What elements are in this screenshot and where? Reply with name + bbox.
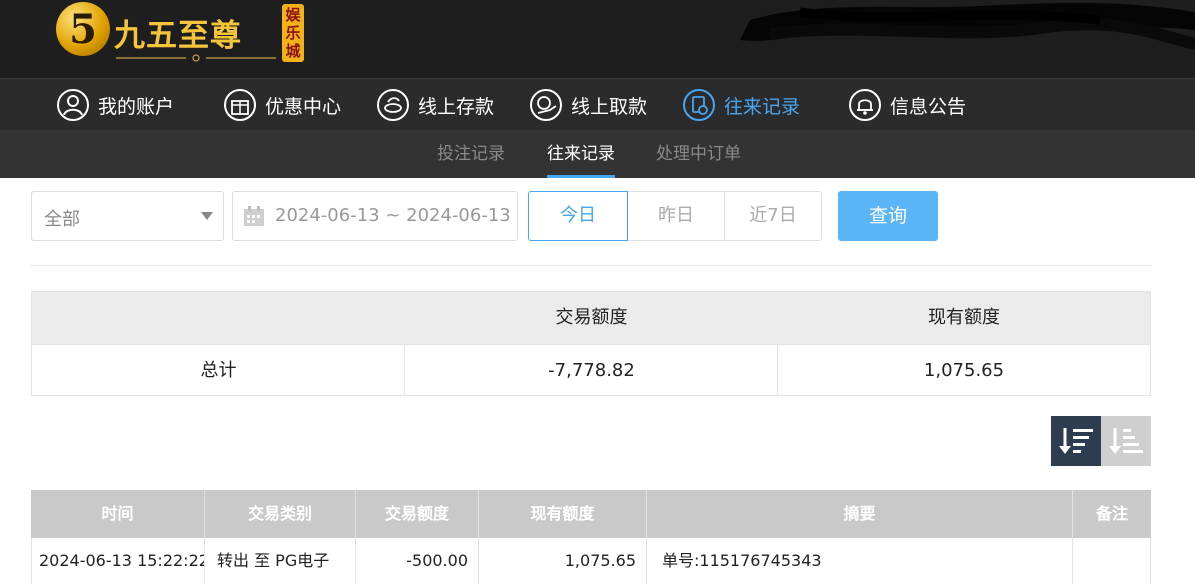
logo-ornament: [116, 54, 276, 62]
column-divider: [404, 344, 405, 396]
user-icon: [57, 89, 89, 121]
calendar-icon: [244, 206, 264, 226]
tab-transaction-records[interactable]: 往来记录: [547, 130, 615, 178]
chevron-down-icon: [201, 212, 213, 220]
summary-header: 交易额度 现有额度: [32, 292, 1150, 344]
logo-emblem: 5: [56, 2, 110, 56]
nav-item-records[interactable]: 往来记录: [682, 79, 800, 131]
logo-numeral: 5: [69, 6, 97, 53]
nav-item-label: 我的账户: [98, 95, 175, 118]
range-7days-button[interactable]: 近7日: [724, 191, 822, 241]
header-summary[interactable]: 摘要: [647, 490, 1073, 538]
bell-icon: [849, 89, 881, 121]
cell-summary: 单号:115176745343: [647, 538, 1073, 584]
header-balance[interactable]: 现有额度: [479, 490, 647, 538]
date-range-input[interactable]: 2024-06-13 ~ 2024-06-13: [232, 191, 518, 241]
tab-pending-orders[interactable]: 处理中订单: [656, 130, 741, 178]
main-nav: 我的账户 优惠中心 线上存款 线上取款 往来记录 信息公告: [0, 78, 1195, 130]
table-row[interactable]: 2024-06-13 15:22:22 转出 至 PG电子 -500.00 1,…: [31, 538, 1151, 584]
date-range-value: 2024-06-13 ~ 2024-06-13: [275, 205, 511, 226]
withdraw-icon: [530, 89, 562, 121]
redaction-scribble: [740, 2, 1195, 50]
cell-balance: 1,075.65: [479, 538, 647, 584]
summary-total-label: 总计: [32, 344, 405, 396]
brand-badge-text: 娱乐城: [285, 6, 301, 60]
quick-range-group: 今日 昨日 近7日: [528, 191, 822, 241]
sort-asc-button[interactable]: [1101, 416, 1151, 466]
type-select-value: 全部: [44, 209, 80, 230]
summary-header-balance: 现有额度: [928, 307, 1000, 328]
cell-time: 2024-06-13 15:22:22: [32, 538, 205, 584]
header-type[interactable]: 交易类别: [205, 490, 356, 538]
nav-item-label: 优惠中心: [265, 95, 342, 118]
nav-item-withdraw[interactable]: 线上取款: [529, 79, 647, 131]
brand-badge: 娱乐城: [282, 4, 304, 62]
nav-item-label: 往来记录: [724, 95, 801, 118]
summary-header-transaction: 交易额度: [555, 307, 628, 328]
sort-asc-icon: [1109, 428, 1143, 454]
summary-total-balance: 1,075.65: [778, 344, 1150, 396]
tab-bet-records[interactable]: 投注记录: [437, 130, 505, 178]
brand-name: 九五至尊: [114, 18, 242, 54]
divider: [31, 265, 1151, 266]
records-header: 时间 交易类别 交易额度 现有额度 摘要 备注: [31, 490, 1151, 538]
nav-item-label: 信息公告: [890, 95, 967, 118]
summary-total-transaction: -7,778.82: [405, 344, 778, 396]
range-today-button[interactable]: 今日: [528, 191, 628, 241]
records-table: 时间 交易类别 交易额度 现有额度 摘要 备注 2024-06-13 15:22…: [31, 490, 1151, 584]
range-yesterday-button[interactable]: 昨日: [627, 191, 725, 241]
gift-icon: [224, 89, 256, 121]
cell-note: [1073, 538, 1150, 584]
sort-desc-icon: [1059, 428, 1093, 454]
site-header: 5 九五至尊 娱乐城: [0, 0, 1195, 78]
deposit-icon: [377, 89, 409, 121]
nav-item-deposit[interactable]: 线上存款: [376, 79, 494, 131]
header-time[interactable]: 时间: [31, 490, 205, 538]
summary-table: 交易额度 现有额度 总计 -7,778.82 1,075.65: [31, 291, 1151, 396]
type-select[interactable]: 全部: [31, 191, 224, 241]
cell-amount: -500.00: [356, 538, 479, 584]
column-divider: [777, 344, 778, 396]
site-logo[interactable]: 5 九五至尊 娱乐城: [56, 2, 306, 64]
header-note[interactable]: 备注: [1073, 490, 1151, 538]
nav-item-promotions[interactable]: 优惠中心: [223, 79, 341, 131]
header-amount[interactable]: 交易额度: [356, 490, 479, 538]
sub-tabs: 投注记录 往来记录 处理中订单: [0, 130, 1195, 178]
nav-item-label: 线上存款: [418, 95, 495, 118]
records-icon: [683, 89, 715, 121]
nav-item-label: 线上取款: [571, 95, 648, 118]
nav-item-announcements[interactable]: 信息公告: [848, 79, 966, 131]
search-button[interactable]: 查询: [838, 191, 938, 241]
cell-type: 转出 至 PG电子: [205, 538, 356, 584]
sort-desc-button[interactable]: [1051, 416, 1101, 466]
nav-item-account[interactable]: 我的账户: [56, 79, 174, 131]
